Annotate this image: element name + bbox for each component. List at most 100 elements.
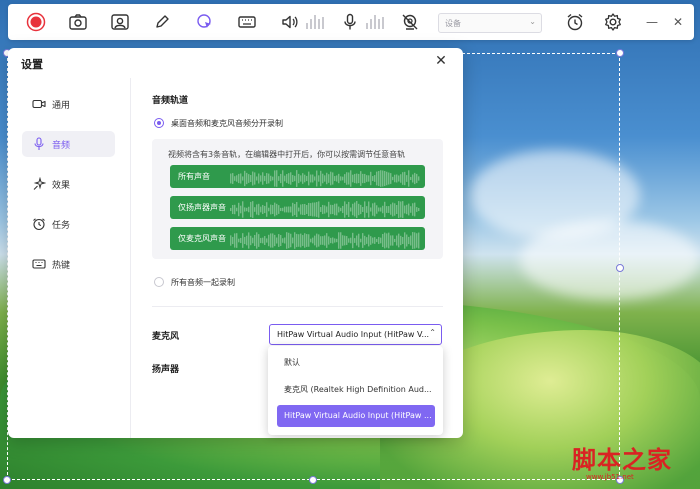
cursor-button[interactable] [195,12,215,32]
waveform-bar [390,173,392,184]
waveform-bar [354,202,356,217]
dropdown-option-default[interactable]: 默认 [277,351,435,373]
waveform-bar [302,235,304,246]
waveform-bar [390,235,392,246]
settings-button[interactable] [603,12,623,32]
minimize-button[interactable]: — [642,12,662,32]
waveform-bar [334,176,336,181]
waveform-bar [358,233,360,248]
waveform-bar [264,175,266,182]
waveform-bar [364,173,366,184]
waveform-bar [386,206,388,213]
waveform-bar [400,201,402,218]
audio-tracks-title: 音频轨道 [152,96,189,106]
waveform-bar [298,207,300,212]
waveform-bar [302,204,304,215]
waveform-bar [266,173,268,184]
waveform-bar [286,206,288,213]
waveform-bar [260,175,262,182]
waveform-bar [372,237,374,244]
waveform-bar [410,235,412,246]
microphone-button[interactable] [340,12,360,32]
waveform-bar [344,174,346,183]
waveform-bar [230,235,232,246]
waveform-bar [272,205,274,214]
keyboard-button[interactable] [237,12,257,32]
waveform-bar [356,173,358,184]
waveform-bar [294,232,296,249]
alarm-clock-icon [567,13,583,31]
screenshot-button[interactable] [68,12,88,32]
waveform-bar [372,176,374,181]
waveform-bar [374,202,376,217]
speaker-label: 扬声器 [152,365,180,375]
radio-merged-tracks[interactable] [154,277,164,287]
waveform-bar [332,204,334,215]
record-button[interactable] [26,12,46,32]
waveform-bar [414,172,416,185]
waveform-bar [260,237,262,244]
nav-item-audio[interactable]: 音频 [22,131,115,157]
waveform-bar [316,202,318,217]
waveform-bar [338,173,340,184]
resize-handle[interactable] [616,49,624,57]
dropdown-option-hitpaw[interactable]: HitPaw Virtual Audio Input (HitPaw ... [277,405,435,427]
waveform-bar [330,204,332,215]
microphone-level-meter [366,15,384,29]
waveform-bar [270,204,272,215]
waveform-bar [380,237,382,244]
dropdown-option-realtek[interactable]: 麦克风 (Realtek High Definition Aud... [277,378,435,400]
waveform-bar [248,174,250,183]
waveform-bar [280,207,282,212]
resize-handle[interactable] [309,476,317,484]
microphone-icon [344,13,356,30]
waveform-bar [254,172,256,185]
waveform-bar [400,174,402,183]
waveform-bar [360,238,362,243]
waveform-bar [362,233,364,248]
waveform-bar [244,236,246,245]
resize-handle[interactable] [3,476,11,484]
microphone-select[interactable]: HitPaw Virtual Audio Input (HitPaw V... … [269,324,442,345]
nav-item-general[interactable]: 通用 [22,91,115,117]
radio-separate-tracks[interactable] [154,118,164,128]
waveform-bar [240,173,242,184]
waveform-bar [376,205,378,214]
pen-button[interactable] [152,12,172,32]
waveform-bar [294,204,296,215]
waveform-bar [346,204,348,215]
pen-icon [156,15,169,28]
nav-item-hotkeys[interactable]: 热键 [22,251,115,277]
nav-item-tasks[interactable]: 任务 [22,211,115,237]
waveform-bar [312,174,314,183]
tracks-panel: 视频将含有3条音轨，在编辑器中打开后，你可以按需调节任意音轨 所有声音 仅扬声器… [152,139,443,259]
waveform-bar [280,173,282,184]
waveform-bar [232,173,234,184]
waveform-bar [414,232,416,249]
close-window-button[interactable]: ✕ [668,12,688,32]
waveform-bar [230,173,232,184]
waveform-bar [294,175,296,182]
waveform-bar [392,235,394,246]
waveform-bar [254,234,256,247]
waveform-bar [234,176,236,181]
waveform-bar [408,203,410,216]
webcam-button[interactable] [110,12,130,32]
waveform-bar [274,202,276,217]
waveform-bar [348,201,350,218]
speaker-button[interactable] [280,12,300,32]
camera-off-button[interactable] [400,12,420,32]
waveform-bar [340,232,342,249]
resize-handle[interactable] [616,264,624,272]
camera-device-select[interactable]: 设备 ⌄ [438,13,542,33]
portrait-icon [111,14,129,30]
waveform-bar [290,233,292,248]
waveform-bar [414,202,416,217]
waveform-bar [326,172,328,185]
waveform-bar [230,207,232,212]
waveform-bar [306,175,308,182]
dialog-close-button[interactable]: ✕ [433,53,449,69]
timer-button[interactable] [565,12,585,32]
waveform-bar [244,207,246,212]
nav-item-effects[interactable]: 效果 [22,171,115,197]
